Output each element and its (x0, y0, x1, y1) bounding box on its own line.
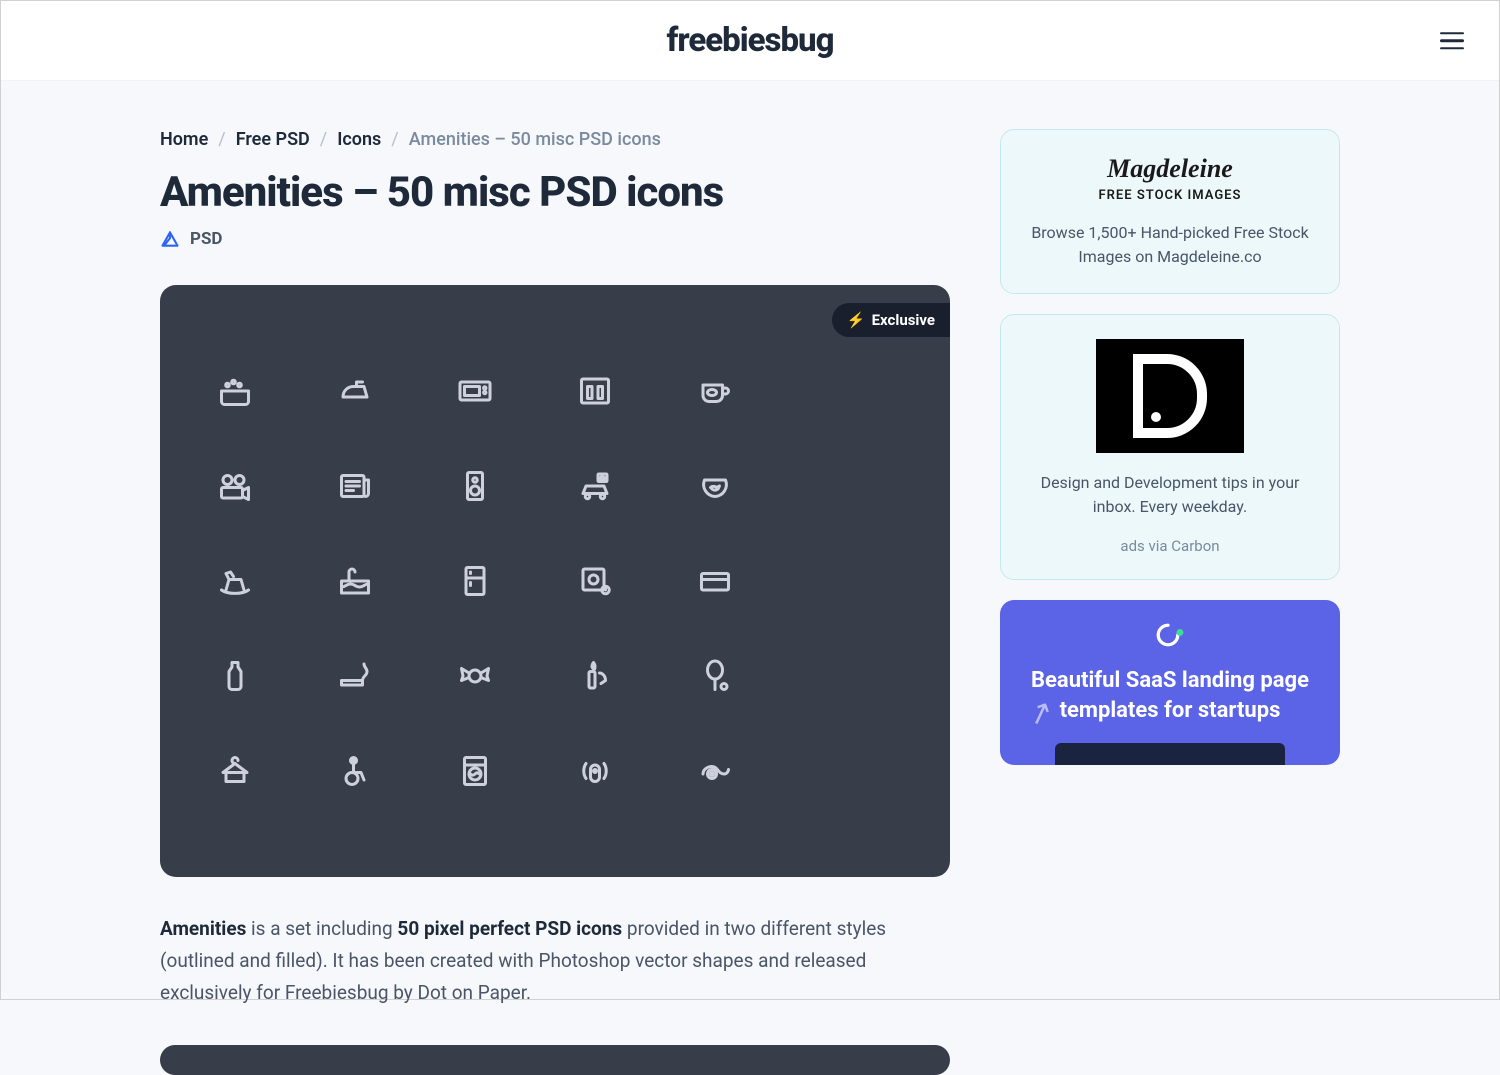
format-meta: PSD (160, 229, 950, 249)
magdeleine-title: Magdeleine (1023, 154, 1317, 184)
newspaper-icon (335, 466, 375, 506)
iron-icon (335, 371, 375, 411)
wheelchair-icon (335, 751, 375, 791)
breadcrumb-current: Amenities – 50 misc PSD icons (409, 129, 661, 150)
carbon-via-link[interactable]: ads via Carbon (1023, 537, 1317, 555)
carbon-ad-text: Design and Development tips in your inbo… (1023, 471, 1317, 519)
magdeleine-promo[interactable]: Magdeleine FREE STOCK IMAGES Browse 1,50… (1000, 129, 1340, 294)
toiletries-icon (575, 371, 615, 411)
videocamera-icon (215, 466, 255, 506)
header: freebiesbug (1, 1, 1499, 81)
second-hero-image (160, 1045, 950, 1075)
safe-icon (575, 561, 615, 601)
towel-icon (695, 751, 735, 791)
jacuzzi-icon (215, 371, 255, 411)
saas-promo[interactable]: ● Beautiful SaaS landing page templates … (1000, 600, 1340, 765)
speaker-icon (455, 466, 495, 506)
tennis-icon (695, 656, 735, 696)
description: Amenities is a set including 50 pixel pe… (160, 913, 950, 1010)
parking-icon (575, 466, 615, 506)
menu-button[interactable] (1440, 32, 1464, 50)
breadcrumb-home[interactable]: Home (160, 129, 208, 150)
psd-icon (160, 229, 180, 249)
lightning-icon: ⚡ (847, 311, 866, 329)
washer-icon (455, 751, 495, 791)
breadcrumb-icons[interactable]: Icons (337, 129, 381, 150)
fishbowl-icon (695, 466, 735, 506)
pool-icon (335, 561, 375, 601)
saas-screenshot (1055, 743, 1286, 765)
rocking-horse-icon (215, 561, 255, 601)
sensor-icon (575, 751, 615, 791)
smoking-icon (335, 656, 375, 696)
candy-icon (455, 656, 495, 696)
bottle-icon (215, 656, 255, 696)
breadcrumb-freepsd[interactable]: Free PSD (236, 129, 310, 150)
carbon-ad-image (1096, 339, 1244, 453)
sidebar: Magdeleine FREE STOCK IMAGES Browse 1,50… (1000, 129, 1340, 1075)
magdeleine-subtitle: FREE STOCK IMAGES (1023, 188, 1317, 203)
hanger-icon (215, 751, 255, 791)
site-logo[interactable]: freebiesbug (666, 21, 833, 60)
creditcard-icon (695, 561, 735, 601)
candle-icon (575, 656, 615, 696)
breadcrumb: Home / Free PSD / Icons / Amenities – 50… (160, 129, 950, 150)
saas-logo-icon: ● (1022, 622, 1318, 654)
carbon-ad[interactable]: Design and Development tips in your inbo… (1000, 314, 1340, 580)
exclusive-badge: ⚡ Exclusive (832, 303, 950, 337)
format-label: PSD (190, 229, 222, 249)
page-title: Amenities – 50 misc PSD icons (160, 168, 950, 217)
fridge-icon (455, 561, 495, 601)
coffee-icon (695, 371, 735, 411)
magdeleine-text: Browse 1,500+ Hand-picked Free Stock Ima… (1023, 221, 1317, 269)
microwave-icon (455, 371, 495, 411)
saas-title: Beautiful SaaS landing page templates fo… (1022, 666, 1318, 725)
hero-image: ⚡ Exclusive (160, 285, 950, 877)
